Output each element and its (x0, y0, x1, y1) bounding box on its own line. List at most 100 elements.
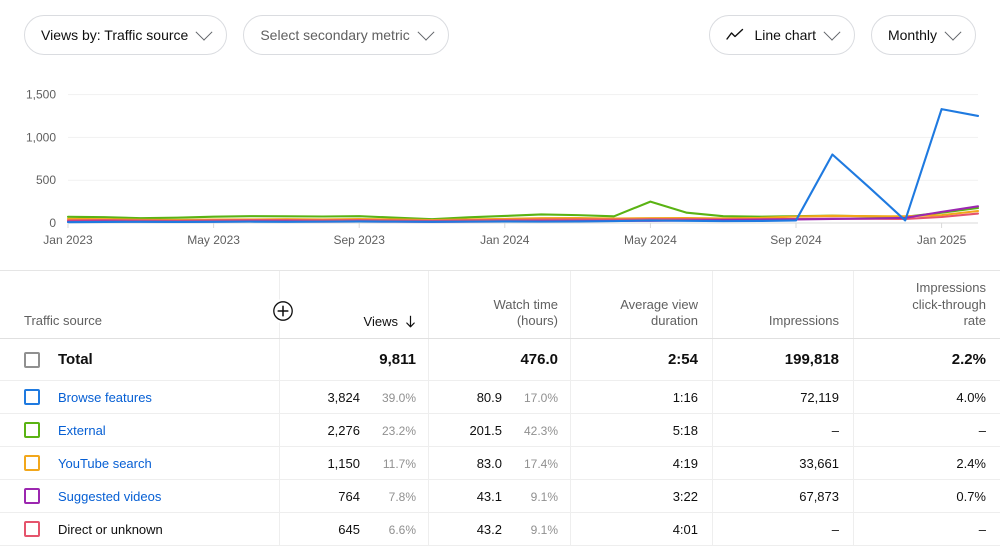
row-cell-watch-time: 43.2 9.1% (429, 513, 571, 545)
row-watch-time-percent: 17.4% (523, 456, 558, 471)
row-cell-watch-time: 83.0 17.4% (429, 447, 571, 479)
row-cell-average-view-duration: 5:18 (571, 414, 713, 446)
row-source-label[interactable]: YouTube search (58, 456, 152, 471)
y-axis-tick-label: 500 (36, 173, 56, 187)
plus-circle-icon (273, 301, 293, 321)
chart-type-dropdown[interactable]: Line chart (709, 15, 855, 55)
chevron-down-icon (823, 23, 841, 41)
row-impressions-value: 67,873 (799, 488, 839, 504)
total-cell-ctr: 2.2% (854, 339, 1000, 380)
header-cell-traffic-source[interactable]: Traffic source (0, 271, 280, 338)
row-cell-views: 2,276 23.2% (280, 414, 429, 446)
row-avd-value: 3:22 (672, 488, 698, 504)
row-checkbox[interactable] (24, 521, 40, 537)
row-avd-value: 1:16 (672, 389, 698, 405)
row-cell-ctr: 2.4% (854, 447, 1000, 479)
row-cell-average-view-duration: 3:22 (571, 480, 713, 512)
row-cell-ctr: 0.7% (854, 480, 1000, 512)
row-ctr-value: – (978, 422, 986, 438)
add-metric-button[interactable] (271, 299, 295, 323)
primary-metric-dropdown[interactable]: Views by: Traffic source (24, 15, 228, 55)
row-source-label[interactable]: Browse features (58, 390, 152, 405)
header-label-impressions: Impressions (768, 312, 839, 328)
row-ctr-value: 0.7% (956, 488, 986, 504)
secondary-metric-dropdown[interactable]: Select secondary metric (243, 15, 449, 55)
row-checkbox[interactable] (24, 422, 40, 438)
row-cell-watch-time: 43.1 9.1% (429, 480, 571, 512)
row-checkbox[interactable] (24, 389, 40, 405)
table-row: Suggested videos 764 7.8% 43.1 9.1% 3:22 67,87… (0, 480, 1000, 513)
row-source-label[interactable]: External (58, 423, 106, 438)
total-cell-impressions: 199,818 (713, 339, 854, 380)
x-axis-tick-label: Sep 2023 (334, 233, 386, 247)
row-ctr-value: 2.4% (956, 455, 986, 471)
row-watch-time-value: 80.9 (476, 389, 502, 405)
toolbar-right-group: Line chart Monthly (709, 15, 976, 55)
row-impressions-value: – (831, 422, 839, 438)
row-cell-views: 1,150 11.7% (280, 447, 429, 479)
header-cell-views[interactable]: Views (280, 271, 429, 338)
total-ctr-value: 2.2% (951, 351, 986, 368)
sort-descending-icon (406, 315, 415, 328)
chart-type-label: Line chart (754, 27, 816, 43)
total-avd-value: 2:54 (667, 351, 698, 368)
header-cell-impressions[interactable]: Impressions (713, 271, 854, 338)
chart-line-browse-features (66, 108, 980, 224)
table-row: YouTube search 1,150 11.7% 83.0 17.4% 4:19 33,… (0, 447, 1000, 480)
traffic-source-table: Traffic source Views Watch time (hours) A… (0, 270, 1000, 546)
total-cell-label: Total (0, 339, 280, 380)
table-body: Browse features 3,824 39.0% 80.9 17.0% 1:16 72… (0, 381, 1000, 546)
row-views-value: 1,150 (327, 455, 360, 471)
row-avd-value: 4:19 (672, 455, 698, 471)
row-views-value: 764 (338, 488, 360, 504)
row-watch-time-value: 83.0 (476, 455, 502, 471)
secondary-metric-label: Select secondary metric (260, 27, 410, 43)
header-cell-average-view-duration[interactable]: Average view duration (571, 271, 713, 338)
row-cell-source: Direct or unknown (0, 513, 280, 545)
row-cell-source: YouTube search (0, 447, 280, 479)
row-views-percent: 23.2% (381, 423, 416, 438)
header-label-watch-time: Watch time (hours) (493, 296, 558, 328)
y-axis-tick-label: 0 (49, 216, 56, 230)
row-cell-impressions: 67,873 (713, 480, 854, 512)
row-cell-impressions: – (713, 414, 854, 446)
row-source-label[interactable]: Suggested videos (58, 489, 161, 504)
row-checkbox[interactable] (24, 488, 40, 504)
total-watch-time-value: 476.0 (520, 351, 558, 368)
row-cell-source: External (0, 414, 280, 446)
table-header-row: Traffic source Views Watch time (hours) A… (0, 271, 1000, 339)
row-cell-source: Browse features (0, 381, 280, 413)
views-sort-control[interactable]: Views (364, 314, 416, 329)
row-cell-impressions: 33,661 (713, 447, 854, 479)
header-label-traffic-source: Traffic source (24, 312, 103, 328)
row-avd-value: 4:01 (672, 521, 698, 537)
row-cell-average-view-duration: 1:16 (571, 381, 713, 413)
chevron-down-icon (195, 23, 213, 41)
header-cell-ctr[interactable]: Impressions click-through rate (854, 271, 1000, 338)
row-cell-views: 764 7.8% (280, 480, 429, 512)
x-axis-tick-label: May 2023 (187, 233, 240, 247)
row-impressions-value: 72,119 (800, 389, 839, 405)
x-axis-tick-label: May 2024 (624, 233, 677, 247)
chart-canvas[interactable]: 0 500 1,000 1,500 Jan 2023 May 2023 Sep 2023 Ja… (0, 70, 1000, 268)
total-label: Total (58, 351, 93, 368)
interval-dropdown[interactable]: Monthly (870, 15, 976, 55)
header-cell-watch-time[interactable]: Watch time (hours) (429, 271, 571, 338)
row-watch-time-percent: 42.3% (523, 423, 558, 438)
x-axis-tick-label: Sep 2024 (770, 233, 822, 247)
row-checkbox[interactable] (24, 455, 40, 471)
row-cell-impressions: 72,119 (713, 381, 854, 413)
row-impressions-value: 33,661 (799, 455, 839, 471)
row-watch-time-percent: 9.1% (530, 522, 558, 537)
row-views-percent: 7.8% (388, 489, 416, 504)
header-label-views: Views (363, 314, 398, 329)
x-axis-tick-label: Jan 2025 (917, 233, 967, 247)
row-views-percent: 11.7% (382, 456, 416, 471)
row-cell-views: 3,824 39.0% (280, 381, 429, 413)
row-cell-average-view-duration: 4:19 (571, 447, 713, 479)
x-axis-tick-label: Jan 2024 (480, 233, 530, 247)
traffic-source-line-chart: 0 500 1,000 1,500 Jan 2023 May 2023 Sep 2023 Ja… (0, 70, 1000, 270)
interval-label: Monthly (887, 27, 937, 43)
row-cell-impressions: – (713, 513, 854, 545)
total-checkbox[interactable] (24, 351, 40, 368)
